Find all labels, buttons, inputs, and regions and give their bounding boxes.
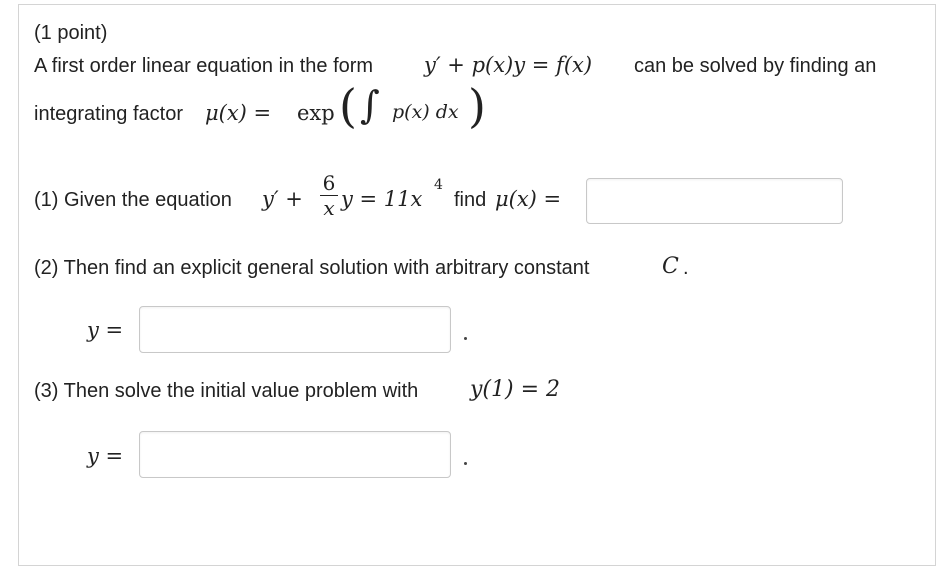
part1-find-text: find <box>454 189 487 211</box>
integrating-factor-text: integrating factor <box>34 103 183 125</box>
part3-label: (3) Then solve the initial value problem… <box>34 380 419 402</box>
part2-period: . <box>683 257 689 279</box>
part2-label: (2) Then find an explicit general soluti… <box>34 257 590 279</box>
part1-find-eq: μ(x) = <box>495 187 562 211</box>
intro-text: A first order linear equation in the for… <box>34 55 374 77</box>
integral-sign: ∫ <box>360 83 380 127</box>
part2-constant: C <box>662 254 679 279</box>
left-paren: ( <box>339 79 357 133</box>
exp-function: exp <box>297 101 335 125</box>
general-solution-input[interactable] <box>139 306 451 353</box>
fraction-denominator: x <box>323 196 335 220</box>
part3-y-label: y = <box>87 444 124 468</box>
part1-exponent: 4 <box>434 177 443 193</box>
integrand: p(x) dx <box>392 101 459 123</box>
intro-equation: y′ + p(x)y = f(x) <box>424 53 593 77</box>
part3-initial-condition: y(1) = 2 <box>470 377 561 402</box>
fraction-numerator: 6 <box>322 171 336 195</box>
part1-eq-lhs: y′ + <box>262 187 303 211</box>
part2-trailing-dot <box>464 337 467 340</box>
part1-eq-rhs: y = 11x <box>341 187 423 211</box>
part1-label: (1) Given the equation <box>34 189 232 211</box>
part1-fraction: 6 x <box>320 172 338 219</box>
right-paren: ) <box>468 79 486 133</box>
part3-trailing-dot <box>464 462 467 465</box>
mu-answer-input[interactable] <box>586 178 843 224</box>
intro-tail: can be solved by finding an <box>634 55 877 77</box>
mu-definition-lhs: μ(x) = <box>205 101 272 125</box>
points-label: (1 point) <box>34 22 108 44</box>
ivp-solution-input[interactable] <box>139 431 451 478</box>
part2-y-label: y = <box>87 318 124 342</box>
